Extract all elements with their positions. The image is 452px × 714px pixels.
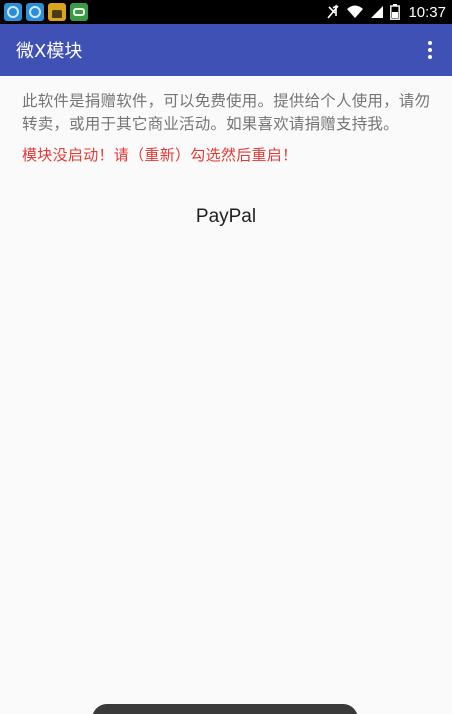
battery-icon	[390, 4, 401, 20]
donation-description: 此软件是捐赠软件，可以免费使用。提供给个人使用，请勿转卖，或用于其它商业活动。如…	[22, 92, 431, 133]
more-vert-icon[interactable]	[420, 36, 440, 64]
android-icon	[48, 3, 66, 21]
gamepad-icon	[70, 3, 88, 21]
system-status: 10:37	[326, 4, 446, 21]
sync-icon	[26, 3, 44, 21]
module-not-active-warning: 模块没启动！请（重新）勾选然后重启！	[22, 146, 298, 164]
bottom-toast	[92, 704, 358, 714]
paypal-button[interactable]: PayPal	[0, 206, 452, 228]
wifi-icon	[347, 5, 364, 18]
app-bar: 微X模块	[0, 24, 452, 76]
notification-icons	[4, 3, 88, 21]
sync-icon	[4, 3, 22, 21]
status-bar: 10:37	[0, 0, 452, 24]
mute-icon	[327, 4, 340, 19]
app-title: 微X模块	[16, 41, 83, 62]
main-content: 此软件是捐赠软件，可以免费使用。提供给个人使用，请勿转卖，或用于其它商业活动。如…	[22, 90, 432, 166]
status-clock: 10:37	[408, 3, 446, 21]
signal-icon	[371, 6, 384, 18]
